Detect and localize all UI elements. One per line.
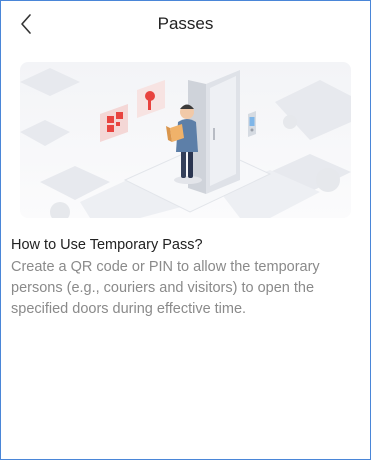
description-line: Create a QR code or PIN to allow the tem…: [11, 259, 320, 275]
chevron-left-icon: [21, 14, 31, 34]
section-description: Create a QR code or PIN to allow the tem…: [11, 257, 370, 320]
temporary-pass-illustration: [20, 62, 351, 218]
passes-screen: Passes How to Use Temporary Pass? Create…: [0, 0, 371, 460]
back-button[interactable]: [11, 10, 41, 38]
card-reader-icon: [248, 111, 256, 137]
section-heading: How to Use Temporary Pass?: [11, 237, 203, 253]
description-line: persons (e.g., couriers and visitors) to…: [11, 280, 315, 296]
page-title: Passes: [157, 14, 214, 33]
info-section: How to Use Temporary Pass? Create a QR c…: [11, 235, 370, 320]
top-navigation-bar: Passes: [1, 1, 370, 46]
description-line: specified doors during effective time.: [11, 301, 247, 317]
